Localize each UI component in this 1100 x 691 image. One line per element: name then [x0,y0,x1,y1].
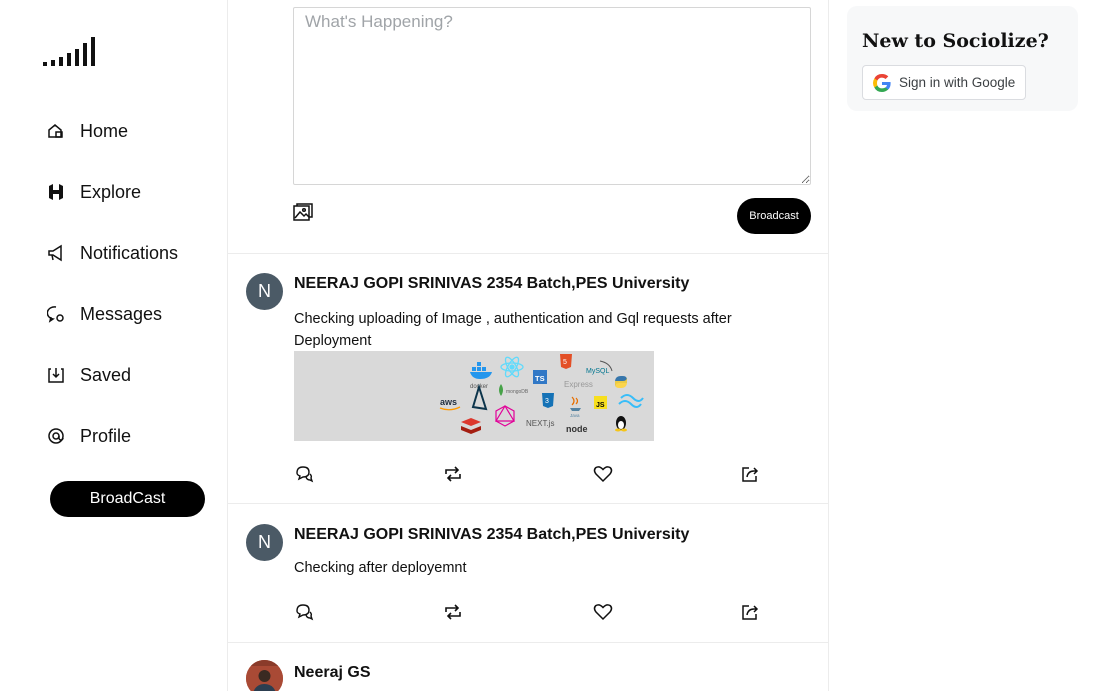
svg-text:5: 5 [563,359,567,366]
avatar-photo[interactable] [246,660,283,691]
sidebar: Home Explore Notifications Messages Save… [0,0,227,691]
tech-stack-image: docker 5 TS MySQL Express aws mongoDB 3 … [294,351,654,441]
js-label: JS [596,402,605,409]
nav-item-explore[interactable]: Explore [47,177,141,207]
nav-item-notifications[interactable]: Notifications [47,238,178,268]
hashtag-icon [49,184,63,200]
avatar[interactable]: N [246,524,283,561]
megaphone-icon [48,244,62,262]
nav-item-messages[interactable]: Messages [47,299,162,329]
at-icon [48,428,64,444]
google-icon [873,73,891,92]
like-heart-icon[interactable] [593,464,613,484]
feed: Broadcast N NEERAJ GOPI SRINIVAS 2354 Ba… [227,0,829,691]
java-label: Java [570,413,580,418]
signup-title: New to Sociolize? [862,30,1049,52]
nextjs-label: NEXT.js [526,419,554,428]
aws-label: aws [440,397,457,407]
google-signin-button[interactable]: Sign in with Google [862,65,1026,100]
express-label: Express [564,380,593,389]
comment-icon[interactable] [294,602,314,622]
post-image[interactable]: docker 5 TS MySQL Express aws mongoDB 3 … [294,351,654,441]
sidebar-broadcast-button[interactable]: BroadCast [50,481,205,517]
mongodb-label: mongoDB [506,389,529,395]
composer: Broadcast [228,0,828,254]
signup-card: New to Sociolize? Sign in with Google [847,6,1078,111]
post-author[interactable]: Neeraj GS [294,664,370,682]
nav-label-profile: Profile [80,425,132,446]
nav-label-home: Home [80,120,129,141]
signal-logo-icon[interactable] [42,36,100,68]
post: N NEERAJ GOPI SRINIVAS 2354 Batch,PES Un… [228,254,828,504]
nav-item-home[interactable]: Home [47,116,128,146]
image-upload-icon[interactable] [293,203,313,223]
mysql-label: MySQL [586,368,609,375]
share-icon[interactable] [740,602,760,622]
ts-label: TS [535,374,545,383]
post-actions [294,464,764,484]
download-icon [48,368,64,383]
nav-label-saved: Saved [80,364,132,385]
like-heart-icon[interactable] [593,602,613,622]
post-author[interactable]: NEERAJ GOPI SRINIVAS 2354 Batch,PES Univ… [294,526,689,544]
whats-happening-input[interactable] [293,7,811,185]
svg-text:3: 3 [545,398,549,405]
post: N NEERAJ GOPI SRINIVAS 2354 Batch,PES Un… [228,504,828,643]
post-text: Checking uploading of Image , authentica… [294,311,732,349]
retweet-icon[interactable] [443,602,463,622]
nav-item-profile[interactable]: Profile [47,421,131,451]
share-icon[interactable] [740,464,760,484]
post-author[interactable]: NEERAJ GOPI SRINIVAS 2354 Batch,PES Univ… [294,275,689,293]
nav-label-messages: Messages [80,303,163,324]
nav-label-explore: Explore [80,181,142,202]
chat-icon [47,306,64,323]
home-icon [48,124,63,138]
post-actions [294,602,764,622]
post-text: Checking after deployemnt [294,560,467,576]
retweet-icon[interactable] [443,464,463,484]
post: Neeraj GS [228,643,828,691]
nav-label-notifications: Notifications [80,242,179,263]
comment-icon[interactable] [294,464,314,484]
broadcast-submit-button[interactable]: Broadcast [737,198,811,234]
node-label: node [566,424,588,434]
nav-item-saved[interactable]: Saved [47,360,131,390]
avatar[interactable]: N [246,273,283,310]
google-signin-label: Sign in with Google [899,75,1016,90]
